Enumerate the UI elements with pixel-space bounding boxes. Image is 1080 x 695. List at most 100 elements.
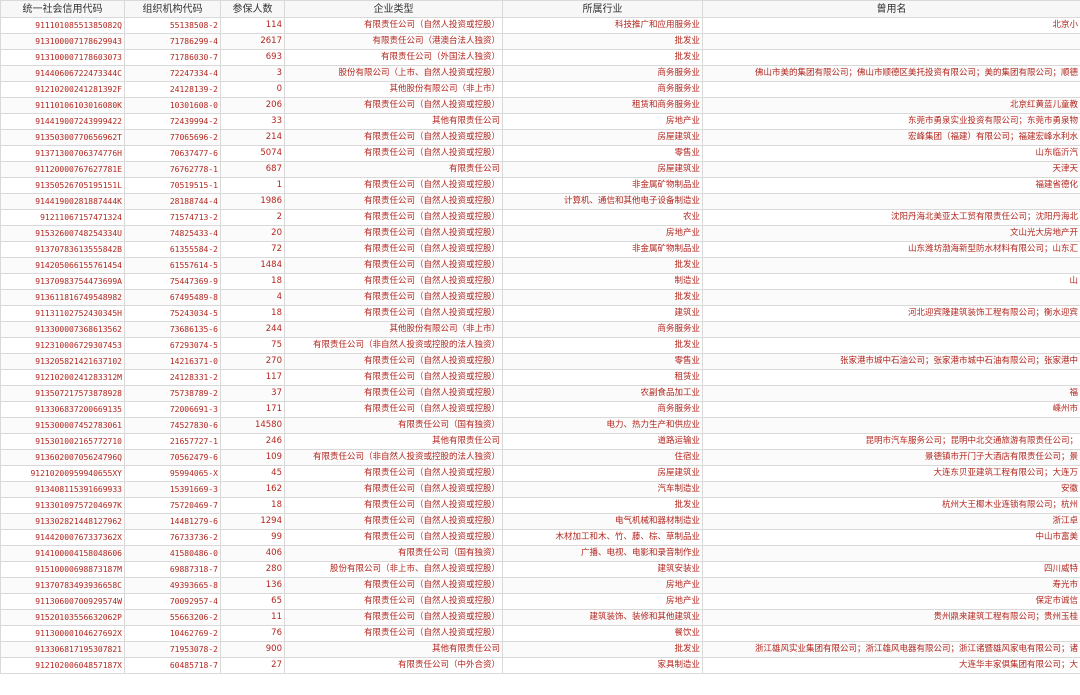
org-code-cell[interactable]: 55663206-2 xyxy=(124,609,221,626)
table-row[interactable]: 91110108551385082Q 55138508-2 114 有限责任公司（自然… xyxy=(0,17,1080,34)
table-row[interactable]: 91210200241281392F 24128139-2 0 其他股份有限公司（非上… xyxy=(0,81,1080,98)
industry-cell[interactable]: 商务服务业 xyxy=(502,321,703,338)
org-code-cell[interactable]: 75720469-7 xyxy=(124,497,221,514)
company-type-cell[interactable]: 有限责任公司（自然人投资或控股） xyxy=(284,369,503,386)
insured-count-cell[interactable]: 76 xyxy=(220,625,285,642)
credit-code-cell[interactable]: 91520103556632062P xyxy=(0,609,125,626)
insured-count-cell[interactable]: 2 xyxy=(220,209,285,226)
credit-code-cell[interactable]: 91130600700929574W xyxy=(0,593,125,610)
org-code-cell[interactable]: 28188744-4 xyxy=(124,193,221,210)
table-row[interactable]: 91510000698873187M 69887318-7 280 股份有限公司（非上… xyxy=(0,561,1080,578)
insured-count-cell[interactable]: 20 xyxy=(220,225,285,242)
insured-count-cell[interactable]: 33 xyxy=(220,113,285,130)
former-name-cell[interactable]: 景德镇市开门子大酒店有限责任公司；景 xyxy=(702,449,1080,466)
insured-count-cell[interactable]: 14580 xyxy=(220,417,285,434)
industry-cell[interactable]: 制造业 xyxy=(502,273,703,290)
insured-count-cell[interactable]: 687 xyxy=(220,161,285,178)
org-code-cell[interactable]: 69887318-7 xyxy=(124,561,221,578)
former-name-cell[interactable] xyxy=(702,49,1080,66)
industry-cell[interactable]: 批发业 xyxy=(502,337,703,354)
former-name-cell[interactable] xyxy=(702,33,1080,50)
industry-cell[interactable]: 零售业 xyxy=(502,353,703,370)
credit-code-cell[interactable]: 91210200604857187X xyxy=(0,657,125,674)
former-name-cell[interactable] xyxy=(702,81,1080,98)
industry-cell[interactable]: 非金属矿物制品业 xyxy=(502,177,703,194)
former-name-cell[interactable]: 山 xyxy=(702,273,1080,290)
industry-cell[interactable]: 电力、热力生产和供应业 xyxy=(502,417,703,434)
industry-cell[interactable]: 商务服务业 xyxy=(502,65,703,82)
credit-code-cell[interactable]: 91211067157471324 xyxy=(0,209,125,226)
industry-cell[interactable]: 房屋建筑业 xyxy=(502,161,703,178)
company-type-cell[interactable]: 其他有限责任公司 xyxy=(284,433,503,450)
org-code-cell[interactable]: 55138508-2 xyxy=(124,17,221,34)
org-code-cell[interactable]: 72439994-2 xyxy=(124,113,221,130)
former-name-cell[interactable] xyxy=(702,417,1080,434)
org-code-cell[interactable]: 75447369-9 xyxy=(124,273,221,290)
former-name-cell[interactable]: 保定市诚信 xyxy=(702,593,1080,610)
former-name-cell[interactable] xyxy=(702,321,1080,338)
former-name-cell[interactable]: 杭州大王椰木业连锁有限公司；杭州 xyxy=(702,497,1080,514)
org-code-cell[interactable]: 14216371-0 xyxy=(124,353,221,370)
table-row[interactable]: 91110106103016080K 10301608-0 206 有限责任公司（自然… xyxy=(0,97,1080,114)
former-name-cell[interactable] xyxy=(702,193,1080,210)
industry-cell[interactable]: 房地产业 xyxy=(502,593,703,610)
org-code-cell[interactable]: 41580486-0 xyxy=(124,545,221,562)
company-type-cell[interactable]: 有限责任公司（自然人投资或控股） xyxy=(284,401,503,418)
header-org-code[interactable]: 组织机构代码 xyxy=(124,0,221,18)
industry-cell[interactable]: 房地产业 xyxy=(502,225,703,242)
former-name-cell[interactable]: 昆明市汽车服务公司；昆明中北交通旅游有限责任公司； xyxy=(702,433,1080,450)
insured-count-cell[interactable]: 27 xyxy=(220,657,285,674)
former-name-cell[interactable]: 张家港市城中石油公司；张家港市城中石油有限公司；张家港中 xyxy=(702,353,1080,370)
table-row[interactable]: 91520103556632062P 55663206-2 11 有限责任公司（自然人… xyxy=(0,609,1080,626)
industry-cell[interactable]: 木材加工和木、竹、藤、棕、草制品业 xyxy=(502,529,703,546)
insured-count-cell[interactable]: 246 xyxy=(220,433,285,450)
industry-cell[interactable]: 租赁和商务服务业 xyxy=(502,97,703,114)
table-row[interactable]: 91370783613555842B 61355584-2 72 有限责任公司（自然人… xyxy=(0,241,1080,258)
company-type-cell[interactable]: 有限责任公司（自然人投资或控股） xyxy=(284,209,503,226)
credit-code-cell[interactable]: 91330109757204697K xyxy=(0,497,125,514)
org-code-cell[interactable]: 21657727-1 xyxy=(124,433,221,450)
insured-count-cell[interactable]: 37 xyxy=(220,385,285,402)
insured-count-cell[interactable]: 18 xyxy=(220,497,285,514)
insured-count-cell[interactable]: 0 xyxy=(220,81,285,98)
company-type-cell[interactable]: 股份有限公司（上市、自然人投资或控股） xyxy=(284,65,503,82)
org-code-cell[interactable]: 70562479-6 xyxy=(124,449,221,466)
table-row[interactable]: 91441900281887444K 28188744-4 1986 有限责任公司（自… xyxy=(0,193,1080,210)
credit-code-cell[interactable]: 91131102752430345H xyxy=(0,305,125,322)
industry-cell[interactable]: 商务服务业 xyxy=(502,81,703,98)
credit-code-cell[interactable]: 915301002165772710 xyxy=(0,433,125,450)
company-type-cell[interactable]: 其他股份有限公司（非上市） xyxy=(284,321,503,338)
credit-code-cell[interactable]: 913205821421637102 xyxy=(0,353,125,370)
insured-count-cell[interactable]: 4 xyxy=(220,289,285,306)
former-name-cell[interactable]: 大连华丰家俱集团有限公司；大 xyxy=(702,657,1080,674)
company-type-cell[interactable]: 有限责任公司（国有独资） xyxy=(284,545,503,562)
header-insured-count[interactable]: 参保人数 xyxy=(220,0,285,18)
former-name-cell[interactable]: 北京小 xyxy=(702,17,1080,34)
org-code-cell[interactable]: 67293074-5 xyxy=(124,337,221,354)
former-name-cell[interactable]: 福 xyxy=(702,385,1080,402)
credit-code-cell[interactable]: 915300007452783061 xyxy=(0,417,125,434)
industry-cell[interactable]: 非金属矿物制品业 xyxy=(502,241,703,258)
industry-cell[interactable]: 商务服务业 xyxy=(502,401,703,418)
former-name-cell[interactable]: 嵊州市 xyxy=(702,401,1080,418)
company-type-cell[interactable]: 有限责任公司（自然人投资或控股） xyxy=(284,305,503,322)
insured-count-cell[interactable]: 99 xyxy=(220,529,285,546)
insured-count-cell[interactable]: 75 xyxy=(220,337,285,354)
credit-code-cell[interactable]: 913507217573878928 xyxy=(0,385,125,402)
table-row[interactable]: 91131102752430345H 75243034-5 18 有限责任公司（自然人… xyxy=(0,305,1080,322)
table-row[interactable]: 914205066155761454 61557614-5 1484 有限责任公司（自… xyxy=(0,257,1080,274)
insured-count-cell[interactable]: 206 xyxy=(220,97,285,114)
header-credit-code[interactable]: 统一社会信用代码 xyxy=(0,0,125,18)
credit-code-cell[interactable]: 91510000698873187M xyxy=(0,561,125,578)
credit-code-cell[interactable]: 91370783493936658C xyxy=(0,577,125,594)
industry-cell[interactable]: 批发业 xyxy=(502,497,703,514)
table-row[interactable]: 91211067157471324 71574713-2 2 有限责任公司（自然人投资… xyxy=(0,209,1080,226)
industry-cell[interactable]: 农业 xyxy=(502,209,703,226)
industry-cell[interactable]: 房屋建筑业 xyxy=(502,129,703,146)
company-type-cell[interactable]: 有限责任公司（自然人投资或控股） xyxy=(284,593,503,610)
org-code-cell[interactable]: 24128331-2 xyxy=(124,369,221,386)
insured-count-cell[interactable]: 1986 xyxy=(220,193,285,210)
former-name-cell[interactable] xyxy=(702,257,1080,274)
table-row[interactable]: 91440606722473344C 72247334-4 3 股份有限公司（上市、自… xyxy=(0,65,1080,82)
industry-cell[interactable]: 房地产业 xyxy=(502,113,703,130)
